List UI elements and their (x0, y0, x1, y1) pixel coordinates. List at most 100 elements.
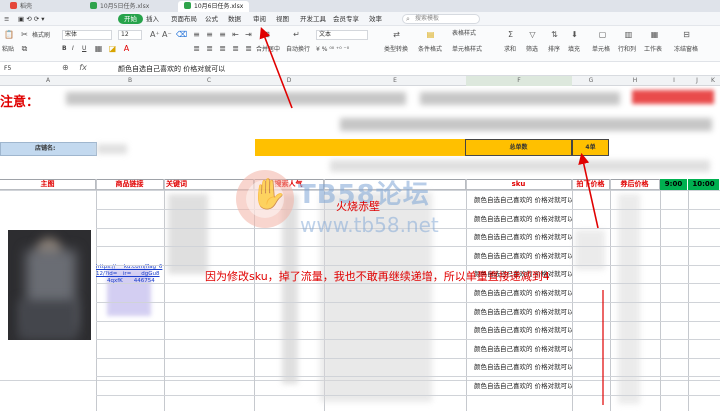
type-convert-button[interactable]: 类型转换 (384, 46, 408, 54)
italic-button[interactable]: I (72, 45, 74, 53)
sku-cell[interactable]: 颜色自选自己喜欢的 价格对就可以 (466, 248, 572, 264)
fill-color-icon[interactable]: ◪ (108, 44, 117, 53)
order-count-value[interactable]: 4单 (572, 139, 609, 156)
sku-cell[interactable]: 颜色自选自己喜欢的 价格对就可以 (466, 341, 572, 357)
type-convert-icon[interactable]: ⇄ (392, 30, 401, 39)
align-center-icon[interactable]: ≣ (205, 44, 214, 53)
sku-cell[interactable]: 颜色自选自己喜欢的 价格对就可以 (466, 378, 572, 394)
quick-save-icon[interactable]: ▣ ⟲ ⟳ ▾ (18, 14, 45, 24)
table-style-button[interactable]: 表格样式 (452, 30, 476, 38)
align-right-icon[interactable]: ≣ (218, 44, 227, 53)
tab-file-oct6[interactable]: 10月6日任务.xlsx (178, 1, 250, 12)
column-header-c[interactable]: C (164, 76, 254, 86)
border-icon[interactable]: ▦ (94, 44, 103, 53)
tab-docer[interactable]: 稻壳 (4, 1, 38, 12)
menu-efficiency[interactable]: 效率 (369, 14, 382, 24)
number-format-select[interactable]: 文本 (316, 30, 368, 40)
merge-center-icon[interactable]: ⊞ (262, 30, 271, 39)
underline-button[interactable]: U (82, 45, 86, 53)
decrease-font-icon[interactable]: A⁻ (162, 30, 172, 39)
column-header-g[interactable]: G (572, 76, 610, 86)
font-size-select[interactable]: 12 (118, 30, 142, 40)
distributed-icon[interactable]: ≣ (244, 44, 253, 53)
format-painter-button[interactable]: 格式刷 (32, 32, 50, 40)
product-main-image[interactable] (8, 230, 91, 340)
align-bottom-icon[interactable]: ≡ (218, 30, 227, 39)
column-header-f[interactable]: F (466, 76, 572, 86)
column-header-b[interactable]: B (96, 76, 164, 86)
header-price[interactable]: 拍下价格 (572, 179, 610, 190)
header-time-9[interactable]: 9:00 (660, 179, 688, 190)
order-count-label[interactable]: 总单数 (465, 139, 572, 156)
font-color-icon[interactable]: A (122, 44, 131, 53)
column-header-j[interactable]: J (688, 76, 706, 86)
header-coupon-price[interactable]: 券后价格 (610, 179, 660, 190)
worksheet-button[interactable]: 工作表 (644, 46, 662, 54)
clear-format-icon[interactable]: ⌫ (176, 30, 187, 39)
cut-icon[interactable]: ✂ (20, 30, 29, 39)
column-header-i[interactable]: I (660, 76, 688, 86)
header-product-link[interactable]: 商品链接 (96, 179, 164, 190)
filter-button[interactable]: 筛选 (526, 46, 538, 54)
menu-home[interactable]: 开始 (118, 14, 143, 24)
freeze-panes-button[interactable]: 冻结窗格 (674, 46, 698, 54)
sku-cell[interactable]: 颜色自选自己喜欢的 价格对就可以 (466, 192, 572, 208)
zoom-icon[interactable]: ⊕ (62, 63, 69, 72)
header-sku[interactable]: sku (466, 179, 572, 190)
template-search-input[interactable]: ⌕ 搜索模板 (402, 14, 480, 24)
header-time-10[interactable]: 10:00 (688, 179, 720, 190)
fx-icon[interactable]: fx (79, 63, 87, 72)
sku-cell[interactable]: 颜色自选自己喜欢的 价格对就可以 (466, 322, 572, 338)
sku-cell[interactable]: 颜色自选自己喜欢的 价格对就可以 (466, 304, 572, 320)
menu-formulas[interactable]: 公式 (205, 14, 218, 24)
justify-icon[interactable]: ≣ (231, 44, 240, 53)
cell-icon[interactable]: ▢ (598, 30, 607, 39)
formula-input[interactable]: 颜色自选自己喜欢的 价格对就可以 (118, 64, 225, 74)
menu-developer[interactable]: 开发工具 (300, 14, 326, 24)
align-top-icon[interactable]: ≡ (192, 30, 201, 39)
align-left-icon[interactable]: ≣ (192, 44, 201, 53)
worksheet-icon[interactable]: ▦ (650, 30, 659, 39)
wrap-text-icon[interactable]: ↵ (292, 30, 301, 39)
number-format-symbols[interactable]: ¥ % ⁰⁰ ⁺⁰ ⁻⁰ (316, 46, 349, 54)
paste-button[interactable]: 粘贴 (2, 46, 14, 54)
conditional-format-button[interactable]: 条件格式 (418, 46, 442, 54)
freeze-panes-icon[interactable]: ⊟ (682, 30, 691, 39)
product-link[interactable]: https://___ku.com/flag_612/?id=__ir= ___… (96, 264, 164, 285)
row-col-icon[interactable]: ▥ (624, 30, 633, 39)
paste-icon[interactable]: 📋 (4, 30, 14, 39)
column-header-e[interactable]: E (324, 76, 466, 86)
indent-icon[interactable]: ⇤ (231, 30, 240, 39)
column-header-k[interactable]: K (706, 76, 720, 86)
menu-member[interactable]: 会员专享 (333, 14, 359, 24)
font-name-select[interactable]: 宋体 (62, 30, 112, 40)
merge-center-button[interactable]: 合并居中 (256, 46, 280, 54)
outdent-icon[interactable]: ⇥ (244, 30, 253, 39)
fill-icon[interactable]: ⬇ (570, 30, 579, 39)
conditional-format-icon[interactable]: ▤ (426, 30, 435, 39)
menu-page-layout[interactable]: 页面布局 (171, 14, 197, 24)
tab-file-oct5[interactable]: 10月5日任务.xlsx (84, 1, 155, 12)
sum-button[interactable]: 求和 (504, 46, 516, 54)
column-header-a[interactable]: A (0, 76, 96, 86)
menu-view[interactable]: 视图 (276, 14, 289, 24)
column-header-h[interactable]: H (610, 76, 660, 86)
sku-cell[interactable]: 颜色自选自己喜欢的 价格对就可以 (466, 285, 572, 301)
shop-name-cell[interactable]: 店铺名: (0, 142, 97, 156)
cell-button[interactable]: 单元格 (592, 46, 610, 54)
wrap-text-button[interactable]: 自动换行 (286, 46, 310, 54)
menu-review[interactable]: 审阅 (253, 14, 266, 24)
sku-cell[interactable]: 颜色自选自己喜欢的 价格对就可以 (466, 229, 572, 245)
cell-style-button[interactable]: 单元格样式 (452, 46, 482, 54)
sort-icon[interactable]: ⇅ (550, 30, 559, 39)
name-box[interactable]: F5 (4, 64, 56, 74)
menu-insert[interactable]: 插入 (146, 14, 159, 24)
header-main-image[interactable]: 主图 (0, 179, 96, 190)
copy-icon[interactable]: ⧉ (20, 44, 29, 53)
filter-icon[interactable]: ▽ (528, 30, 537, 39)
sku-cell[interactable]: 颜色自选自己喜欢的 价格对就可以 (466, 211, 572, 227)
sum-icon[interactable]: Σ (506, 30, 515, 39)
align-middle-icon[interactable]: ≡ (205, 30, 214, 39)
menu-data[interactable]: 数据 (228, 14, 241, 24)
column-header-d[interactable]: D (254, 76, 324, 86)
